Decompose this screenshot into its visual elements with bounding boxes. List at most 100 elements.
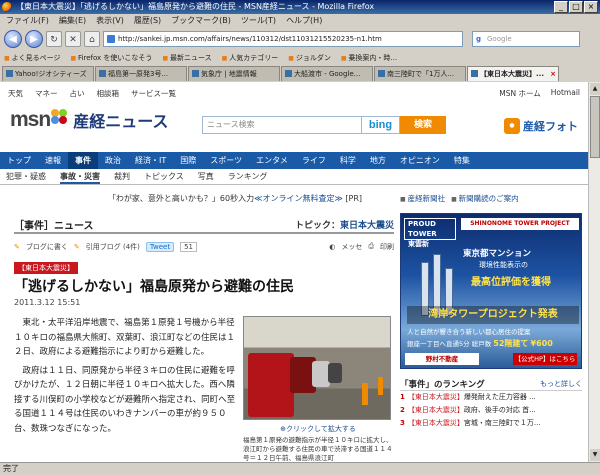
address-bar[interactable]: http://sankei.jp.msn.com/affairs/news/11… bbox=[103, 31, 463, 47]
sankei-photo-label: 産経フォト bbox=[523, 120, 578, 133]
ad-pr: [PR] bbox=[345, 194, 363, 203]
sidebar-link-subscription[interactable]: 新聞購読のご案内 bbox=[451, 193, 519, 207]
scroll-up-icon[interactable]: ▲ bbox=[590, 83, 600, 95]
subnav-ranking[interactable]: ランキング bbox=[228, 169, 268, 184]
subnav-photos[interactable]: 写真 bbox=[198, 169, 214, 184]
messenger-link[interactable]: メッセ bbox=[341, 242, 362, 252]
banner-proud: PROUD TOWER 東雲新 bbox=[404, 218, 456, 248]
sub-nav: 犯罪・疑惑 事故・災害 裁判 トピックス 写真 ランキング bbox=[0, 169, 588, 185]
bookmark-item[interactable]: Firefox を使いこなそう bbox=[70, 51, 152, 65]
bookmark-item[interactable]: ジョルダン bbox=[288, 51, 331, 65]
rank-text: 爆発耐えた圧力容器 ... bbox=[463, 393, 536, 401]
nav-opinion[interactable]: オピニオン bbox=[393, 152, 447, 169]
ranking-item[interactable]: 3 【東日本大震災】宮城・南三陸町で１万... bbox=[400, 417, 582, 430]
zoom-link[interactable]: ⊕クリックして拡大する bbox=[243, 424, 393, 434]
menu-history[interactable]: 履歴(S) bbox=[130, 14, 165, 27]
car-shape bbox=[248, 353, 294, 417]
msn-home-link[interactable]: MSN ホーム bbox=[499, 88, 541, 99]
menu-view[interactable]: 表示(V) bbox=[92, 14, 128, 27]
service-link[interactable]: 天気 bbox=[8, 88, 23, 99]
subnav-accidents[interactable]: 事故・災害 bbox=[60, 169, 100, 184]
menu-tools[interactable]: ツール(T) bbox=[237, 14, 280, 27]
close-tab-icon[interactable]: × bbox=[550, 67, 556, 81]
service-link[interactable]: 相談箱 bbox=[97, 88, 120, 99]
search-button[interactable]: 検索 bbox=[400, 116, 446, 134]
article-paragraph: 政府は１１日、同原発から半径３キロの住民に避難を呼びかけたが、１２日朝に半径１０… bbox=[14, 365, 236, 434]
cone-shape bbox=[378, 377, 383, 395]
sankei-photo-link[interactable]: ● 産経フォト bbox=[504, 118, 578, 134]
forward-button[interactable]: ▶ bbox=[25, 30, 43, 48]
text-ad[interactable]: 「わが家、意外と高いかも？」60秒入力≪オンライン無料査定≫ [PR] bbox=[75, 193, 395, 204]
subnav-trials[interactable]: 裁判 bbox=[114, 169, 130, 184]
ranking-item[interactable]: 1 【東日本大震災】爆発耐えた圧力容器 ... bbox=[400, 391, 582, 404]
site-logo[interactable]: msn 産経ニュース bbox=[10, 108, 168, 132]
ranking-item[interactable]: 2 【東日本大震災】政府、後手の対応 首... bbox=[400, 404, 582, 417]
blog-icon: ✎ bbox=[14, 242, 20, 251]
rank-tag: 【東日本大震災】 bbox=[407, 393, 464, 401]
banner-line6d: ¥600 bbox=[530, 339, 553, 348]
tab-fukushima[interactable]: 福島第一原発3号... bbox=[95, 66, 187, 81]
browser-search-input[interactable]: Google bbox=[472, 31, 580, 47]
section-header: ［事件］ニュース トピック：東日本大震災 bbox=[14, 216, 394, 234]
banner-line4: 湾岸タワープロジェクト発表 bbox=[407, 306, 579, 324]
menu-bookmarks[interactable]: ブックマーク(B) bbox=[167, 14, 235, 27]
tab-active-article[interactable]: 【東日本大震災】... × bbox=[467, 66, 559, 81]
print-link[interactable]: 印刷 bbox=[380, 242, 394, 252]
tab-label: 気象庁 | 地震情報 bbox=[201, 70, 257, 78]
bookmark-item[interactable]: 乗換案内・時... bbox=[341, 51, 397, 65]
topic-link[interactable]: 東日本大震災 bbox=[340, 221, 394, 231]
topic-label: トピック：東日本大震災 bbox=[295, 218, 394, 231]
blog-link[interactable]: ブログに書く bbox=[26, 242, 68, 252]
news-search-input[interactable]: ニュース検索 bbox=[202, 116, 362, 134]
scroll-down-icon[interactable]: ▼ bbox=[590, 449, 600, 461]
bookmark-item[interactable]: 最新ニュース bbox=[162, 51, 212, 65]
tweet-button[interactable]: Tweet bbox=[145, 241, 175, 252]
reload-button[interactable]: ↻ bbox=[46, 31, 62, 47]
scroll-thumb[interactable] bbox=[590, 96, 600, 158]
nav-politics[interactable]: 政治 bbox=[98, 152, 128, 169]
maximize-button[interactable]: □ bbox=[569, 1, 583, 13]
sidebar-link-sankei[interactable]: 産経新聞社 bbox=[400, 193, 446, 207]
menu-edit[interactable]: 編集(E) bbox=[55, 14, 90, 27]
nav-regional[interactable]: 地方 bbox=[363, 152, 393, 169]
nav-incidents[interactable]: 事件 bbox=[68, 152, 98, 169]
nav-science[interactable]: 科学 bbox=[333, 152, 363, 169]
service-link[interactable]: 占い bbox=[70, 88, 85, 99]
nav-international[interactable]: 国際 bbox=[173, 152, 203, 169]
tab-ofunato[interactable]: 大船渡市 - Google... bbox=[281, 66, 373, 81]
ranking-more-link[interactable]: もっと詳しく bbox=[540, 379, 582, 389]
nav-top[interactable]: トップ bbox=[0, 152, 38, 169]
nav-entertainment[interactable]: エンタメ bbox=[249, 152, 295, 169]
tab-minamisanriku[interactable]: 南三陸町で「1万人... bbox=[374, 66, 466, 81]
rank-number: 2 bbox=[400, 406, 405, 414]
bookmark-item[interactable]: 人気カテゴリー bbox=[222, 51, 278, 65]
ad-banner[interactable]: PROUD TOWER 東雲新 SHINONOME TOWER PROJECT 東… bbox=[400, 213, 582, 369]
nav-breaking[interactable]: 速報 bbox=[38, 152, 68, 169]
subnav-topics[interactable]: トピックス bbox=[144, 169, 184, 184]
close-button[interactable]: × bbox=[584, 1, 598, 13]
banner-detail-button[interactable]: 【公式HP】はこちら bbox=[513, 353, 577, 365]
nav-sports[interactable]: スポーツ bbox=[203, 152, 249, 169]
subnav-crime[interactable]: 犯罪・疑惑 bbox=[6, 169, 46, 184]
service-link[interactable]: マネー bbox=[35, 88, 58, 99]
article-photo[interactable] bbox=[243, 316, 391, 420]
back-button[interactable]: ◀ bbox=[4, 30, 22, 48]
menu-file[interactable]: ファイル(F) bbox=[2, 14, 53, 27]
nav-life[interactable]: ライフ bbox=[295, 152, 333, 169]
tab-label: 【東日本大震災】... bbox=[480, 70, 544, 78]
home-button[interactable]: ⌂ bbox=[84, 31, 100, 47]
minimize-button[interactable]: _ bbox=[554, 1, 568, 13]
nav-economy[interactable]: 経済・IT bbox=[128, 152, 173, 169]
stop-button[interactable]: ✕ bbox=[65, 31, 81, 47]
vertical-scrollbar[interactable]: ▲ ▼ bbox=[588, 82, 600, 462]
ad-link[interactable]: ≪オンライン無料査定≫ bbox=[254, 194, 343, 203]
menu-help[interactable]: ヘルプ(H) bbox=[282, 14, 326, 27]
quote-blog-link[interactable]: 引用ブログ (4件) bbox=[86, 242, 140, 252]
bookmark-item[interactable]: よく見るページ bbox=[4, 51, 61, 65]
msn-logo: msn bbox=[10, 108, 51, 131]
tab-yahoo-geocities[interactable]: Yahoo!ジオシティーズ bbox=[2, 66, 94, 81]
service-link[interactable]: サービス一覧 bbox=[131, 88, 176, 99]
hotmail-link[interactable]: Hotmail bbox=[551, 88, 580, 99]
nav-features[interactable]: 特集 bbox=[447, 152, 477, 169]
tab-jma[interactable]: 気象庁 | 地震情報 bbox=[188, 66, 280, 81]
